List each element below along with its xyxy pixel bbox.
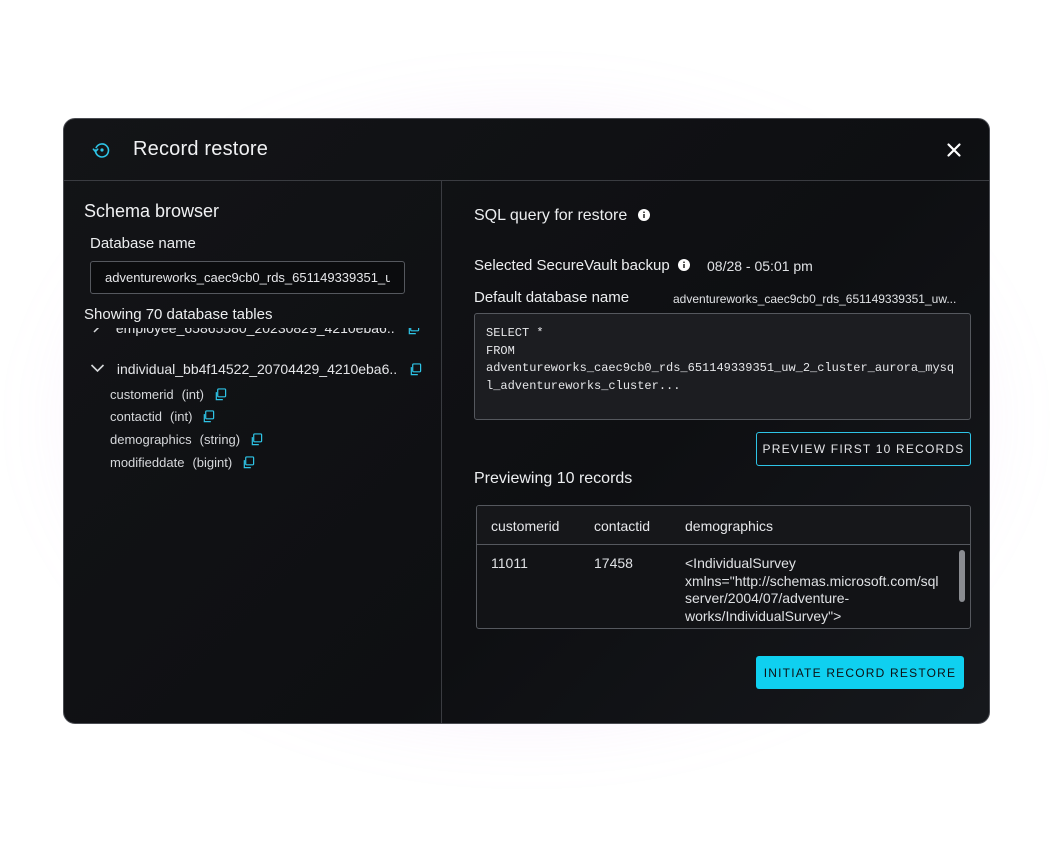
modal-header: Record restore (64, 119, 989, 181)
close-icon[interactable] (945, 141, 963, 159)
column-header: customerid (491, 518, 560, 534)
column-header: demographics (685, 518, 773, 534)
info-icon[interactable] (677, 259, 690, 271)
column-type: (bigint) (192, 455, 233, 470)
chevron-down-icon[interactable] (90, 362, 105, 374)
preview-table[interactable]: customerid contactid demographics 11011 … (476, 505, 971, 629)
tables-count-label: Showing 70 database tables (84, 306, 273, 323)
initiate-restore-button[interactable]: INITIATE RECORD RESTORE (756, 656, 964, 689)
restore-history-icon (92, 143, 110, 158)
default-db-name-label: Default database name (474, 289, 630, 306)
table-tree: employee_65865580_20230829_4210eba6.. in… (64, 328, 442, 628)
table-name: employee_65865580_20230829_4210eba6.. (115, 328, 395, 336)
column-name: contactid (110, 409, 163, 424)
column-type: (int) (170, 409, 193, 424)
copy-icon[interactable] (409, 363, 422, 376)
table-cell: 11011 (491, 555, 528, 571)
default-db-name-value: adventureworks_caec9cb0_rds_651149339351… (673, 292, 957, 306)
column-type: (string) (199, 432, 241, 447)
sql-query-title-text: SQL query for restore (474, 207, 628, 224)
column-header: contactid (594, 518, 651, 534)
copy-icon[interactable] (242, 456, 255, 469)
copy-icon[interactable] (250, 433, 263, 446)
previewing-label: Previewing 10 records (474, 470, 633, 487)
column-item: contactid (int) (110, 409, 215, 424)
column-name: modifieddate (110, 455, 185, 470)
table-header: customerid contactid demographics (477, 506, 970, 545)
schema-browser-title: Schema browser (84, 201, 220, 221)
schema-browser-panel: Schema browser Database name Showing 70 … (64, 181, 442, 723)
copy-icon[interactable] (407, 328, 420, 335)
table-name: individual_bb4f14522_20704429_4210eba6.. (116, 361, 398, 377)
chevron-right-icon[interactable] (90, 328, 102, 334)
preview-records-button[interactable]: PREVIEW FIRST 10 RECORDS (756, 432, 971, 466)
database-name-label: Database name (90, 235, 196, 252)
column-item: demographics (string) (110, 432, 263, 447)
table-scrollbar[interactable] (959, 550, 965, 602)
backup-date: 08/28 - 05:01 pm (707, 258, 813, 274)
table-cell: <IndividualSurvey xmlns="http://schemas.… (685, 555, 939, 628)
table-item-expanded[interactable]: individual_bb4f14522_20704429_4210eba6.. (90, 361, 422, 377)
column-name: customerid (110, 387, 174, 402)
copy-icon[interactable] (214, 388, 227, 401)
info-icon[interactable] (637, 209, 650, 221)
record-restore-modal: Record restore Schema browser Database n… (63, 118, 990, 724)
table-item[interactable]: employee_65865580_20230829_4210eba6.. (90, 328, 420, 336)
sql-query-box[interactable]: SELECT * FROM adventureworks_caec9cb0_rd… (474, 313, 971, 420)
database-name-input[interactable] (90, 261, 405, 294)
column-item: modifieddate (bigint) (110, 455, 255, 470)
backup-label: Selected SecureVault backup (474, 257, 670, 274)
copy-icon[interactable] (202, 410, 215, 423)
backup-label-row: Selected SecureVault backup (474, 257, 690, 274)
column-item: customerid (int) (110, 387, 227, 402)
sql-query-panel: SQL query for restore Selected SecureVau… (443, 181, 989, 723)
modal-title: Record restore (133, 138, 269, 160)
column-type: (int) (181, 387, 204, 402)
column-name: demographics (110, 432, 192, 447)
table-cell: 17458 (594, 555, 633, 571)
sql-query-title: SQL query for restore (474, 207, 650, 225)
